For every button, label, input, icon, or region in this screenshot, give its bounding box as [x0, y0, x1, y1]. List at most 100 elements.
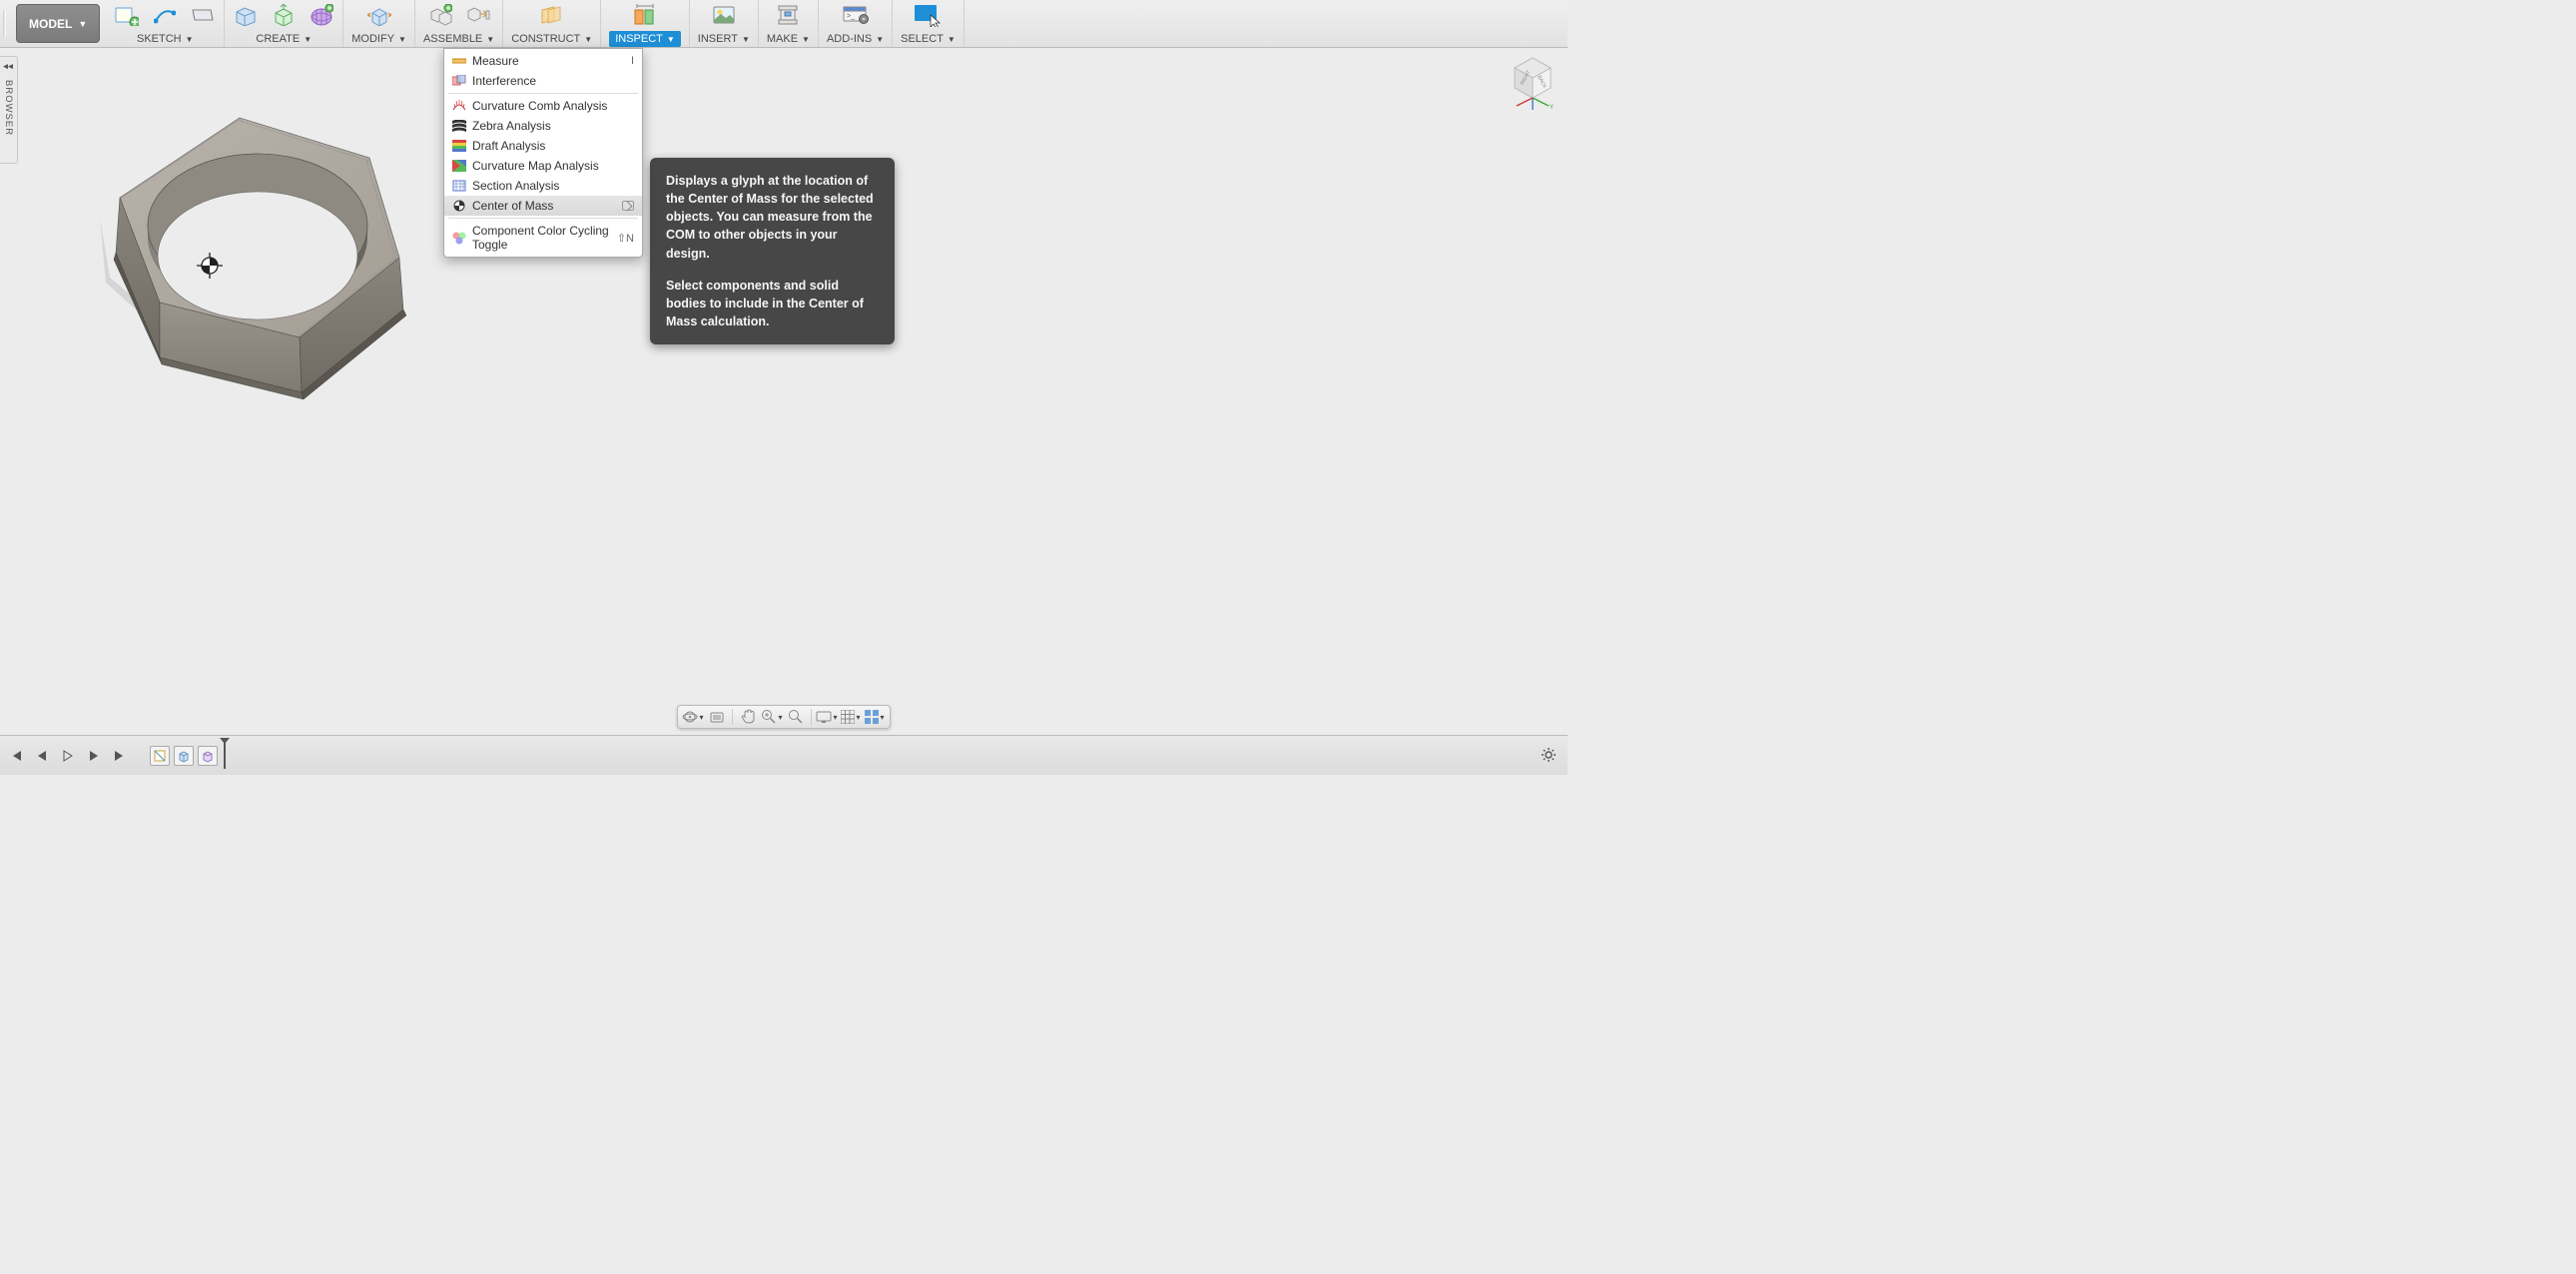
- toolbar-group-construct: CONSTRUCT▼: [503, 0, 601, 47]
- ruler-icon: [452, 54, 466, 68]
- toolbar-group-label[interactable]: MODIFY▼: [351, 31, 406, 47]
- insert-decal-icon[interactable]: [711, 2, 737, 28]
- color-cycle-icon: [452, 231, 466, 245]
- timeline-forward-icon[interactable]: [60, 748, 76, 764]
- toolbar-group-addins: >_ ADD-INS▼: [819, 0, 893, 47]
- scripts-icon[interactable]: >_: [843, 2, 869, 28]
- dropdown-triangle-icon: ▼: [78, 19, 87, 29]
- joint-icon[interactable]: [465, 2, 491, 28]
- chevron-down-icon: ▼: [667, 35, 675, 44]
- tooltip-paragraph-1: Displays a glyph at the location of the …: [666, 174, 874, 261]
- timeline-back-icon[interactable]: [34, 748, 50, 764]
- timeline-end-icon[interactable]: [112, 748, 128, 764]
- select-tool-icon[interactable]: [913, 2, 943, 28]
- toolbar-group-make: MAKE▼: [759, 0, 819, 47]
- toolbar-group-sketch: SKETCH▼: [106, 0, 225, 47]
- viewport-layout-icon[interactable]: ▾: [864, 707, 886, 727]
- navigation-bar: ▾ ▾ ▾ ▾ ▾: [677, 705, 891, 729]
- toolbar-group-label[interactable]: MAKE▼: [767, 31, 810, 47]
- workspace-label: MODEL: [29, 17, 72, 31]
- fit-icon[interactable]: [785, 707, 807, 727]
- extrude-icon[interactable]: [271, 2, 297, 28]
- section-icon: [452, 179, 466, 193]
- menu-item-color-cycling[interactable]: Component Color Cycling Toggle ⇧N: [444, 221, 642, 255]
- settings-gear-icon[interactable]: [1540, 746, 1560, 766]
- timeline-start-icon[interactable]: [8, 748, 24, 764]
- workspace-switcher[interactable]: MODEL ▼: [16, 4, 100, 43]
- chevron-down-icon: ▼: [948, 35, 956, 44]
- toolbar-group-modify: MODIFY▼: [343, 0, 415, 47]
- menu-separator: [448, 218, 638, 219]
- menu-separator: [448, 93, 638, 94]
- tooltip-paragraph-2: Select components and solid bodies to in…: [666, 279, 864, 328]
- toolbar-group-label[interactable]: CREATE▼: [256, 31, 312, 47]
- chevron-down-icon: ▼: [742, 35, 750, 44]
- view-cube[interactable]: RIGHT BACK Y: [1506, 52, 1560, 106]
- menu-item-section[interactable]: Section Analysis: [444, 176, 642, 196]
- measure-icon[interactable]: [632, 2, 658, 28]
- construct-plane-icon[interactable]: [539, 2, 565, 28]
- form-icon[interactable]: [309, 2, 334, 28]
- display-settings-icon[interactable]: ▾: [816, 707, 838, 727]
- toolbar-group-label[interactable]: INSPECT▼: [609, 31, 681, 47]
- rectangle-tool-icon[interactable]: [190, 2, 216, 28]
- center-of-mass-icon: [452, 199, 466, 213]
- 3d-print-icon[interactable]: [775, 2, 801, 28]
- curvature-map-icon: [452, 159, 466, 173]
- menu-item-center-of-mass[interactable]: Center of Mass: [444, 196, 642, 216]
- chevron-down-icon: ▼: [398, 35, 406, 44]
- pan-icon[interactable]: [737, 707, 759, 727]
- toolbar-grip[interactable]: [0, 0, 8, 47]
- new-component-icon[interactable]: [427, 2, 453, 28]
- create-sketch-icon[interactable]: [114, 2, 140, 28]
- toolbar-group-assemble: ASSEMBLE▼: [415, 0, 503, 47]
- zoom-icon[interactable]: ▾: [761, 707, 783, 727]
- interference-icon: [452, 74, 466, 88]
- toolbar-group-label[interactable]: ADD-INS▼: [827, 31, 884, 47]
- timeline-marker[interactable]: [224, 743, 226, 769]
- menu-item-curvature-map[interactable]: Curvature Map Analysis: [444, 156, 642, 176]
- menu-item-measure[interactable]: Measure I: [444, 51, 642, 71]
- chevron-down-icon: ▼: [304, 35, 312, 44]
- menu-item-draft[interactable]: Draft Analysis: [444, 136, 642, 156]
- chevron-down-icon: ▼: [486, 35, 494, 44]
- chevron-down-icon: ▼: [802, 35, 810, 44]
- feature-extrude-icon[interactable]: [174, 746, 194, 766]
- box-icon[interactable]: [233, 2, 259, 28]
- 3d-viewport[interactable]: RIGHT BACK Y: [0, 48, 1568, 735]
- svg-text:>_: >_: [847, 13, 855, 20]
- toolbar-group-insert: INSERT▼: [690, 0, 759, 47]
- toolbar-group-label[interactable]: ASSEMBLE▼: [423, 31, 494, 47]
- feature-sketch-icon[interactable]: [150, 746, 170, 766]
- feature-chamfer-icon[interactable]: [198, 746, 218, 766]
- toolbar-group-label[interactable]: CONSTRUCT▼: [511, 31, 592, 47]
- grid-settings-icon[interactable]: ▾: [840, 707, 862, 727]
- chevron-down-icon: ▼: [186, 35, 194, 44]
- menu-item-zebra[interactable]: Zebra Analysis: [444, 116, 642, 136]
- comb-icon: [452, 99, 466, 113]
- main-toolbar: MODEL ▼ SKETCH▼ CREATE▼ MODIFY▼ ASSEM: [0, 0, 1568, 48]
- repeat-flag-icon: [622, 201, 634, 211]
- chevron-down-icon: ▼: [876, 35, 884, 44]
- timeline-play-icon[interactable]: [86, 748, 102, 764]
- zebra-icon: [452, 119, 466, 133]
- look-at-icon[interactable]: [706, 707, 728, 727]
- center-of-mass-tooltip: Displays a glyph at the location of the …: [650, 158, 895, 344]
- inspect-dropdown-menu: Measure I Interference Curvature Comb An…: [443, 48, 643, 258]
- toolbar-group-label[interactable]: SELECT▼: [901, 31, 956, 47]
- timeline-bar: [0, 735, 1568, 775]
- chevron-down-icon: ▼: [584, 35, 592, 44]
- menu-item-curvature-comb[interactable]: Curvature Comb Analysis: [444, 96, 642, 116]
- toolbar-group-label[interactable]: INSERT▼: [698, 31, 750, 47]
- svg-text:Y: Y: [1550, 105, 1554, 110]
- toolbar-group-select: SELECT▼: [893, 0, 965, 47]
- line-tool-icon[interactable]: [152, 2, 178, 28]
- orbit-icon[interactable]: ▾: [682, 707, 704, 727]
- draft-icon: [452, 139, 466, 153]
- press-pull-icon[interactable]: [366, 2, 392, 28]
- toolbar-group-inspect: INSPECT▼: [601, 0, 690, 47]
- menu-item-interference[interactable]: Interference: [444, 71, 642, 91]
- hex-nut-model[interactable]: [80, 88, 419, 407]
- toolbar-group-create: CREATE▼: [225, 0, 343, 47]
- toolbar-group-label[interactable]: SKETCH▼: [137, 31, 194, 47]
